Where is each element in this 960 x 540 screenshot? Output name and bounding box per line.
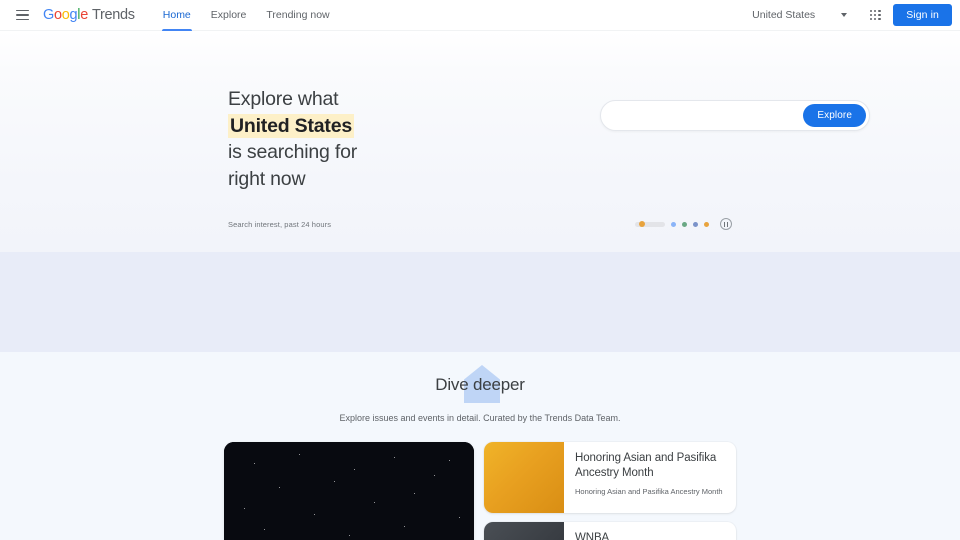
search-box[interactable]: Explore	[600, 100, 870, 131]
nav-item-trending-now[interactable]: Trending now	[256, 0, 339, 30]
dive-deeper-cards: Honoring Asian and Pasifika Ancestry Mon…	[224, 442, 736, 540]
app-header: Google Trends Home Explore Trending now …	[0, 0, 960, 31]
list-item[interactable]: WNBA	[484, 522, 736, 540]
headline-region-highlight: United States	[228, 113, 355, 138]
headline-line-4: right now	[228, 167, 306, 190]
headline-line-1: Explore what	[228, 88, 339, 110]
card-title: WNBA	[575, 532, 610, 540]
logo-product-name: Trends	[91, 7, 135, 23]
card-thumbnail-dark	[484, 522, 564, 540]
hero-headline: Explore what United States is searching …	[228, 86, 418, 192]
pause-circle-icon[interactable]	[720, 218, 732, 230]
main-nav: Home Explore Trending now	[153, 0, 340, 31]
feature-card-earth[interactable]	[224, 442, 474, 540]
header-right-controls: United States Sign in	[746, 3, 952, 27]
card-body: Honoring Asian and Pasifika Ancestry Mon…	[564, 442, 736, 513]
carousel-indicators	[635, 218, 732, 230]
carousel-controls-row: Search interest, past 24 hours	[228, 218, 732, 230]
hamburger-menu-icon[interactable]	[11, 4, 33, 26]
carousel-caption: Search interest, past 24 hours	[228, 219, 332, 229]
logo-letter-e: e	[80, 7, 88, 23]
dive-deeper-subtitle: Explore issues and events in detail. Cur…	[339, 413, 621, 423]
search-input[interactable]	[615, 101, 811, 130]
card-thumbnail-gold	[484, 442, 564, 513]
card-title: Honoring Asian and Pasifika Ancestry Mon…	[575, 452, 717, 480]
carousel-progress-indicator[interactable]	[635, 221, 665, 227]
headline-line-3: is searching for	[228, 141, 358, 164]
carousel-dot-2[interactable]	[671, 221, 676, 227]
earth-from-space-image	[224, 442, 474, 540]
dive-deeper-title: Dive deeper	[435, 375, 525, 394]
nav-item-trending-now-label: Trending now	[266, 9, 330, 21]
explore-button[interactable]: Explore	[803, 104, 866, 127]
nav-item-home-label: Home	[162, 9, 191, 21]
carousel-progress-knob	[639, 221, 646, 227]
logo-letter-g: G	[43, 7, 54, 23]
side-cards-column: Honoring Asian and Pasifika Ancestry Mon…	[484, 442, 736, 540]
hero-content: Explore what United States is searching …	[228, 31, 960, 192]
chevron-down-icon	[841, 13, 848, 17]
logo-letter-o1: o	[53, 7, 62, 23]
hero-section: Explore what United States is searching …	[0, 31, 960, 252]
apps-grid-icon[interactable]	[863, 3, 887, 27]
sign-in-button[interactable]: Sign in	[893, 4, 952, 26]
card-description: Honoring Asian and Pasifika Ancestry Mon…	[575, 487, 723, 497]
logo-letter-o2: o	[61, 7, 70, 23]
nav-item-explore[interactable]: Explore	[201, 0, 257, 30]
region-selector-value: United States	[752, 9, 816, 21]
carousel-dot-3[interactable]	[682, 221, 687, 227]
nav-item-explore-label: Explore	[210, 9, 247, 21]
logo-letter-g2: g	[69, 7, 78, 23]
dive-deeper-heading-wrap: Dive deeper	[0, 365, 960, 404]
google-trends-logo[interactable]: Google Trends	[43, 7, 135, 23]
trending-band-placeholder	[0, 252, 960, 352]
carousel-dot-5[interactable]	[704, 221, 709, 227]
region-selector[interactable]: United States	[746, 9, 853, 21]
carousel-dot-4[interactable]	[693, 221, 698, 227]
list-item[interactable]: Honoring Asian and Pasifika Ancestry Mon…	[484, 442, 736, 513]
dive-deeper-section: Dive deeper Explore issues and events in…	[0, 352, 960, 540]
card-body: WNBA	[564, 522, 736, 540]
nav-item-home[interactable]: Home	[153, 0, 201, 31]
